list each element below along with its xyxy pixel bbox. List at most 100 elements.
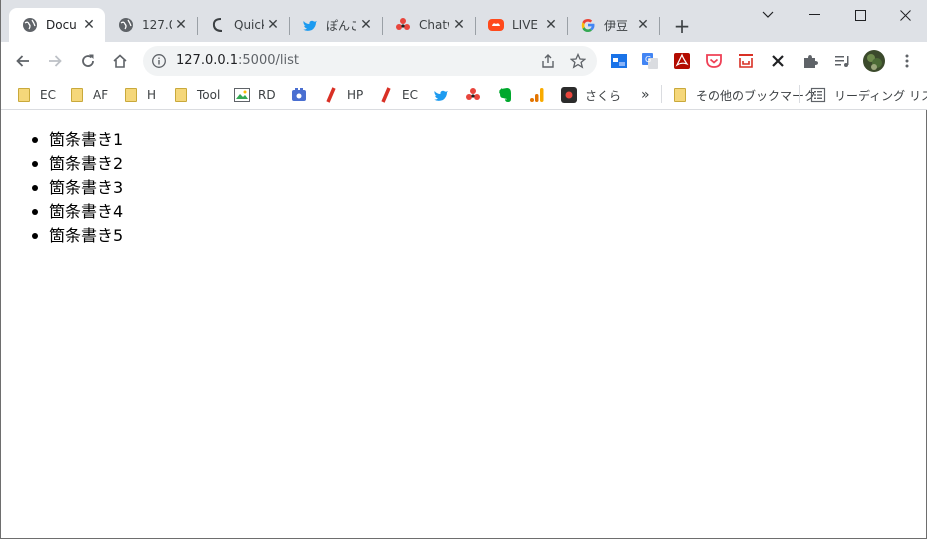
bookmark-rd[interactable]: RD bbox=[234, 85, 276, 105]
reload-button[interactable] bbox=[77, 50, 99, 72]
close-icon[interactable]: ✕ bbox=[451, 17, 467, 33]
media-control-button[interactable] bbox=[832, 51, 852, 71]
reading-list-icon bbox=[810, 87, 826, 103]
globe-icon bbox=[118, 17, 134, 33]
tab-title: Docu bbox=[46, 18, 76, 32]
bookmark-analytics[interactable] bbox=[529, 85, 553, 105]
bookmark-separator bbox=[799, 85, 800, 103]
slash-icon bbox=[378, 87, 394, 103]
tab-127[interactable]: 127.0 ✕ bbox=[105, 8, 197, 42]
analytics-icon bbox=[529, 87, 545, 103]
bookmark-chatwork[interactable] bbox=[465, 85, 489, 105]
bullet-icon bbox=[32, 137, 38, 143]
close-icon[interactable]: ✕ bbox=[543, 17, 559, 33]
bookmark-star-button[interactable] bbox=[567, 50, 589, 72]
bookmark-label: EC bbox=[40, 88, 56, 102]
tray-icon bbox=[739, 54, 753, 68]
extension-translate[interactable]: G bbox=[640, 51, 660, 71]
slash-icon bbox=[323, 87, 339, 103]
info-icon[interactable] bbox=[151, 53, 167, 69]
close-icon[interactable]: ✕ bbox=[358, 17, 374, 33]
svg-text:G: G bbox=[645, 55, 651, 64]
tab-chatwork[interactable]: Chatw ✕ bbox=[382, 8, 475, 42]
tab-title: 127.0 bbox=[142, 18, 172, 32]
home-button[interactable] bbox=[109, 50, 131, 72]
bullet-icon bbox=[32, 233, 38, 239]
bookmark-ec2[interactable]: EC bbox=[378, 85, 418, 105]
bullet-icon bbox=[32, 161, 38, 167]
tab-quick[interactable]: Quick ✕ bbox=[197, 8, 289, 42]
minimize-button[interactable] bbox=[791, 0, 837, 30]
tab-izu[interactable]: 伊豆 ✕ bbox=[567, 8, 659, 42]
x-icon bbox=[772, 55, 784, 67]
bookmark-label: AF bbox=[93, 88, 109, 102]
chevron-double-right-icon: » bbox=[641, 87, 650, 103]
close-window-button[interactable] bbox=[882, 0, 927, 30]
bookmark-twitter[interactable] bbox=[433, 85, 457, 105]
quick-icon bbox=[210, 17, 226, 33]
tab-title: 伊豆 bbox=[604, 18, 629, 33]
bookmark-evernote[interactable] bbox=[497, 85, 521, 105]
maximize-button[interactable] bbox=[837, 0, 883, 30]
bookmark-folder-h[interactable]: H bbox=[123, 85, 156, 105]
list-item-text: 箇条書き3 bbox=[49, 178, 124, 197]
extension-pocket[interactable] bbox=[704, 51, 724, 71]
url-text[interactable]: 127.0.0.1:5000/list bbox=[176, 53, 299, 68]
close-icon bbox=[899, 9, 911, 21]
tab-search-button[interactable] bbox=[745, 0, 791, 30]
star-icon bbox=[570, 53, 586, 69]
puzzle-icon bbox=[804, 55, 818, 68]
list-item: 箇条書き5 bbox=[31, 224, 123, 248]
tab-title: Chatw bbox=[419, 18, 449, 32]
close-icon[interactable]: ✕ bbox=[635, 17, 651, 33]
bookmark-app[interactable] bbox=[291, 85, 315, 105]
reading-list-label: リーディング リスト bbox=[834, 88, 927, 103]
other-bookmarks-folder[interactable]: その他のブックマーク bbox=[672, 85, 816, 105]
extension-acrobat[interactable] bbox=[672, 51, 692, 71]
extension-x[interactable] bbox=[768, 51, 788, 71]
bullet-icon bbox=[32, 209, 38, 215]
bookmark-hp[interactable]: HP bbox=[323, 85, 363, 105]
tab-ponko[interactable]: ぽんこ ✕ bbox=[289, 8, 382, 42]
list-item-text: 箇条書き1 bbox=[49, 130, 124, 149]
profile-avatar[interactable] bbox=[862, 49, 886, 73]
list-item: 箇条書き2 bbox=[31, 152, 123, 176]
list-item-text: 箇条書き5 bbox=[49, 226, 124, 245]
extension-tray[interactable] bbox=[736, 51, 756, 71]
back-button[interactable] bbox=[12, 50, 34, 72]
image-icon bbox=[234, 87, 250, 103]
share-button[interactable] bbox=[537, 50, 559, 72]
new-tab-button[interactable]: + bbox=[671, 14, 693, 38]
tab-title: Quick bbox=[234, 18, 264, 32]
extensions-button[interactable] bbox=[800, 51, 820, 71]
menu-button[interactable] bbox=[897, 51, 917, 71]
bookmark-folder-tool[interactable]: Tool bbox=[173, 85, 220, 105]
more-vert-icon bbox=[905, 54, 909, 68]
bookmark-sakura[interactable]: さくら bbox=[561, 85, 621, 105]
chatwork-icon bbox=[395, 17, 411, 33]
tab-live[interactable]: LIVE ✕ bbox=[475, 8, 567, 42]
folder-icon bbox=[672, 87, 688, 103]
google-icon bbox=[580, 17, 596, 33]
arrow-right-icon bbox=[49, 55, 62, 67]
bookmark-label: Tool bbox=[197, 88, 221, 102]
folder-icon bbox=[16, 87, 32, 103]
tab-document[interactable]: Docu ✕ bbox=[9, 8, 105, 42]
address-bar[interactable]: 127.0.0.1:5000/list bbox=[143, 46, 597, 76]
twitter-icon bbox=[302, 17, 318, 33]
close-icon[interactable]: ✕ bbox=[173, 17, 189, 33]
sakura-icon bbox=[561, 87, 577, 103]
close-icon[interactable]: ✕ bbox=[81, 17, 97, 33]
forward-button[interactable] bbox=[44, 50, 66, 72]
globe-icon bbox=[22, 17, 38, 33]
chevron-down-icon bbox=[762, 11, 774, 18]
bookmark-folder-af[interactable]: AF bbox=[69, 85, 108, 105]
screenshot-icon bbox=[611, 54, 627, 68]
bookmark-folder-ec[interactable]: EC bbox=[16, 85, 56, 105]
reading-list-button[interactable]: リーディング リスト bbox=[810, 85, 927, 105]
extension-screenshot[interactable] bbox=[609, 51, 629, 71]
close-icon[interactable]: ✕ bbox=[265, 17, 281, 33]
more-bookmarks-button[interactable]: » bbox=[641, 85, 650, 105]
live-icon bbox=[488, 17, 504, 33]
list-item: 箇条書き1 bbox=[31, 128, 123, 152]
